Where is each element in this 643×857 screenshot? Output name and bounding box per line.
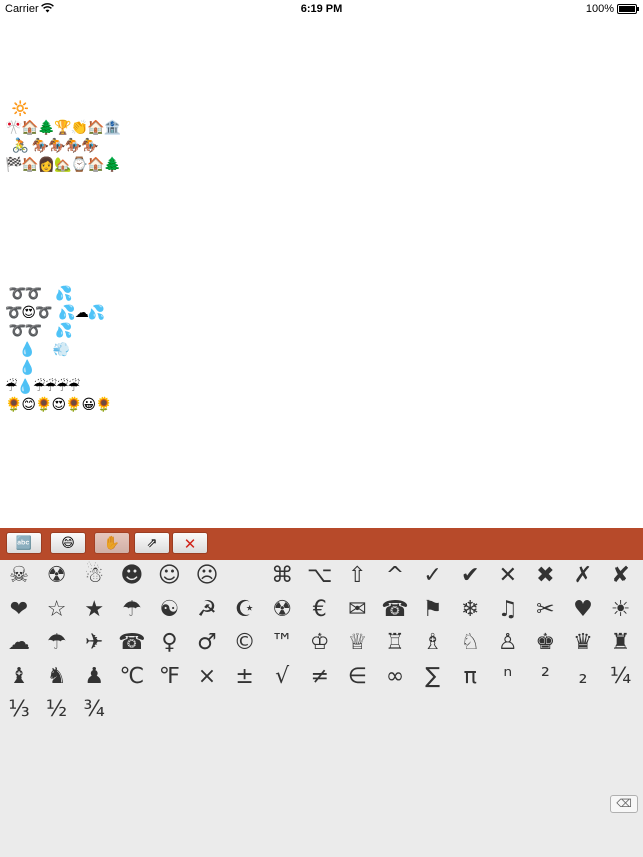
art-row: ➰➰ 💦: [5, 323, 72, 339]
symbol-key[interactable]: ♥: [565, 595, 601, 625]
delete-key[interactable]: ⌫: [610, 795, 638, 813]
art-row: 🎌🏠🌲🏆👏🏠🏦: [5, 119, 121, 136]
symbol-key[interactable]: ★: [76, 595, 112, 625]
symbol-key[interactable]: ✂: [527, 595, 563, 625]
battery-icon: [617, 4, 639, 14]
symbol-key[interactable]: ❄: [452, 595, 488, 625]
hand-button[interactable]: ✋: [94, 532, 130, 554]
symbol-key[interactable]: €: [302, 595, 338, 625]
symbol-key[interactable]: ♔: [302, 628, 338, 658]
arrow-button[interactable]: ⇗: [134, 532, 170, 554]
art-row: 🏁🏠👩🏡⌚🏠🌲: [5, 156, 121, 173]
symbol-key[interactable]: ✕: [490, 561, 526, 591]
symbol-key[interactable]: ☆: [39, 595, 75, 625]
battery-percent: 100%: [585, 3, 614, 15]
art-row: 🌻😊🌻😍🌻😀🌻: [5, 397, 113, 413]
symbol-key[interactable]: ☻: [114, 561, 150, 591]
symbol-key[interactable]: ½: [39, 695, 75, 725]
symbol-key[interactable]: ⇧: [339, 561, 375, 591]
symbol-key[interactable]: ≠: [302, 662, 338, 692]
symbol-key[interactable]: ✓: [415, 561, 451, 591]
close-button[interactable]: ✕: [172, 532, 208, 554]
symbol-key[interactable]: ♞: [39, 662, 75, 692]
symbol-key[interactable]: ∈: [339, 662, 375, 692]
art-row: ➰➰ 💦: [5, 286, 72, 302]
symbol-key[interactable]: ♀: [151, 628, 187, 658]
symbol-key[interactable]: ☃: [76, 561, 112, 591]
symbol-key[interactable]: ✉: [339, 595, 375, 625]
art-row: ☔💧☔☔☔☔: [5, 378, 80, 395]
symbol-key[interactable]: ☯: [151, 595, 187, 625]
symbol-key[interactable]: ¾: [76, 695, 112, 725]
symbol-key[interactable]: ☠: [1, 561, 37, 591]
clock: 6:19 PM: [300, 3, 343, 15]
symbol-key[interactable]: ∞: [377, 662, 413, 692]
symbol-key[interactable]: ℃: [114, 662, 150, 692]
symbol-key[interactable]: ☎: [114, 628, 150, 658]
symbol-key[interactable]: ✖: [527, 561, 563, 591]
symbol-key[interactable]: π: [452, 662, 488, 692]
symbol-key[interactable]: ☎: [377, 595, 413, 625]
symbol-key[interactable]: [227, 561, 263, 591]
symbol-key[interactable]: ✔: [452, 561, 488, 591]
symbol-key[interactable]: ⅓: [1, 695, 37, 725]
symbol-key[interactable]: ♘: [452, 628, 488, 658]
symbol-key[interactable]: ✘: [603, 561, 639, 591]
symbol-key[interactable]: ☹: [189, 561, 225, 591]
symbol-key[interactable]: ✗: [565, 561, 601, 591]
symbol-key[interactable]: ⌥: [302, 561, 338, 591]
symbol-key[interactable]: ☭: [189, 595, 225, 625]
symbol-key[interactable]: ♖: [377, 628, 413, 658]
symbol-key[interactable]: ⌘: [264, 561, 300, 591]
symbol-key[interactable]: √: [264, 662, 300, 692]
symbol-key[interactable]: ☂: [39, 628, 75, 658]
symbol-key[interactable]: ♜: [603, 628, 639, 658]
symbol-key[interactable]: ☪: [227, 595, 263, 625]
symbol-key[interactable]: ✈: [76, 628, 112, 658]
symbol-key[interactable]: ♛: [565, 628, 601, 658]
symbol-key[interactable]: ∑: [415, 662, 451, 692]
keyboard-toolbar: 🔤 😄 ✋ ⇗ ✕: [0, 528, 643, 560]
symbol-key[interactable]: ❤: [1, 595, 37, 625]
symbol-key[interactable]: ♟: [76, 662, 112, 692]
symbol-key[interactable]: ☁: [1, 628, 37, 658]
art-row: ➰😍➰ 💦☁💦: [5, 304, 105, 321]
symbol-key[interactable]: ₂: [565, 662, 601, 692]
symbol-keyboard: ⌫ ☠ ☢ ☃ ☻ ☺ ☹ ⌘ ⌥ ⇧ ^ ✓ ✔ ✕ ✖ ✗ ✘ ❤ ☆ ★ ☂ ☯ ☭ ☪ ☢ € ✉ ☎ ⚑ ❄ ♫ ✂ ♥ ☀ ☁ ☂ ✈ ☎ ♀…: [0, 560, 643, 857]
symbol-key[interactable]: ♙: [490, 628, 526, 658]
symbol-key[interactable]: ±: [227, 662, 263, 692]
symbol-key[interactable]: ⁿ: [490, 662, 526, 692]
abc-keyboard-button[interactable]: 🔤: [6, 532, 42, 554]
art-row: 🚴 🏇🏇🏇🏇: [5, 138, 99, 154]
symbol-key[interactable]: ^: [377, 561, 413, 591]
symbol-key[interactable]: ♚: [527, 628, 563, 658]
symbol-key[interactable]: ☢: [39, 561, 75, 591]
symbol-key[interactable]: ♗: [415, 628, 451, 658]
art-row: 🔆: [5, 101, 29, 117]
symbol-key[interactable]: ♫: [490, 595, 526, 625]
symbol-key[interactable]: ☢: [264, 595, 300, 625]
art-row: 💧: [5, 360, 36, 376]
symbol-key[interactable]: ⚑: [415, 595, 451, 625]
status-bar: Carrier 6:19 PM 100%: [0, 0, 643, 18]
symbol-key[interactable]: ♂: [189, 628, 225, 658]
symbol-key[interactable]: ♕: [339, 628, 375, 658]
symbol-key[interactable]: ☀: [603, 595, 639, 625]
symbol-key[interactable]: ™: [264, 628, 300, 658]
symbol-key[interactable]: ²: [527, 662, 563, 692]
symbol-key[interactable]: ☂: [114, 595, 150, 625]
symbol-key[interactable]: ©: [227, 628, 263, 658]
art-row: 💧 💨: [5, 341, 70, 358]
symbol-key[interactable]: ×: [189, 662, 225, 692]
symbol-key[interactable]: ☺: [151, 561, 187, 591]
emoji-keyboard-button[interactable]: 😄: [50, 532, 86, 554]
symbol-key[interactable]: ¼: [603, 662, 639, 692]
symbol-key[interactable]: ♝: [1, 662, 37, 692]
symbol-key[interactable]: ℉: [151, 662, 187, 692]
